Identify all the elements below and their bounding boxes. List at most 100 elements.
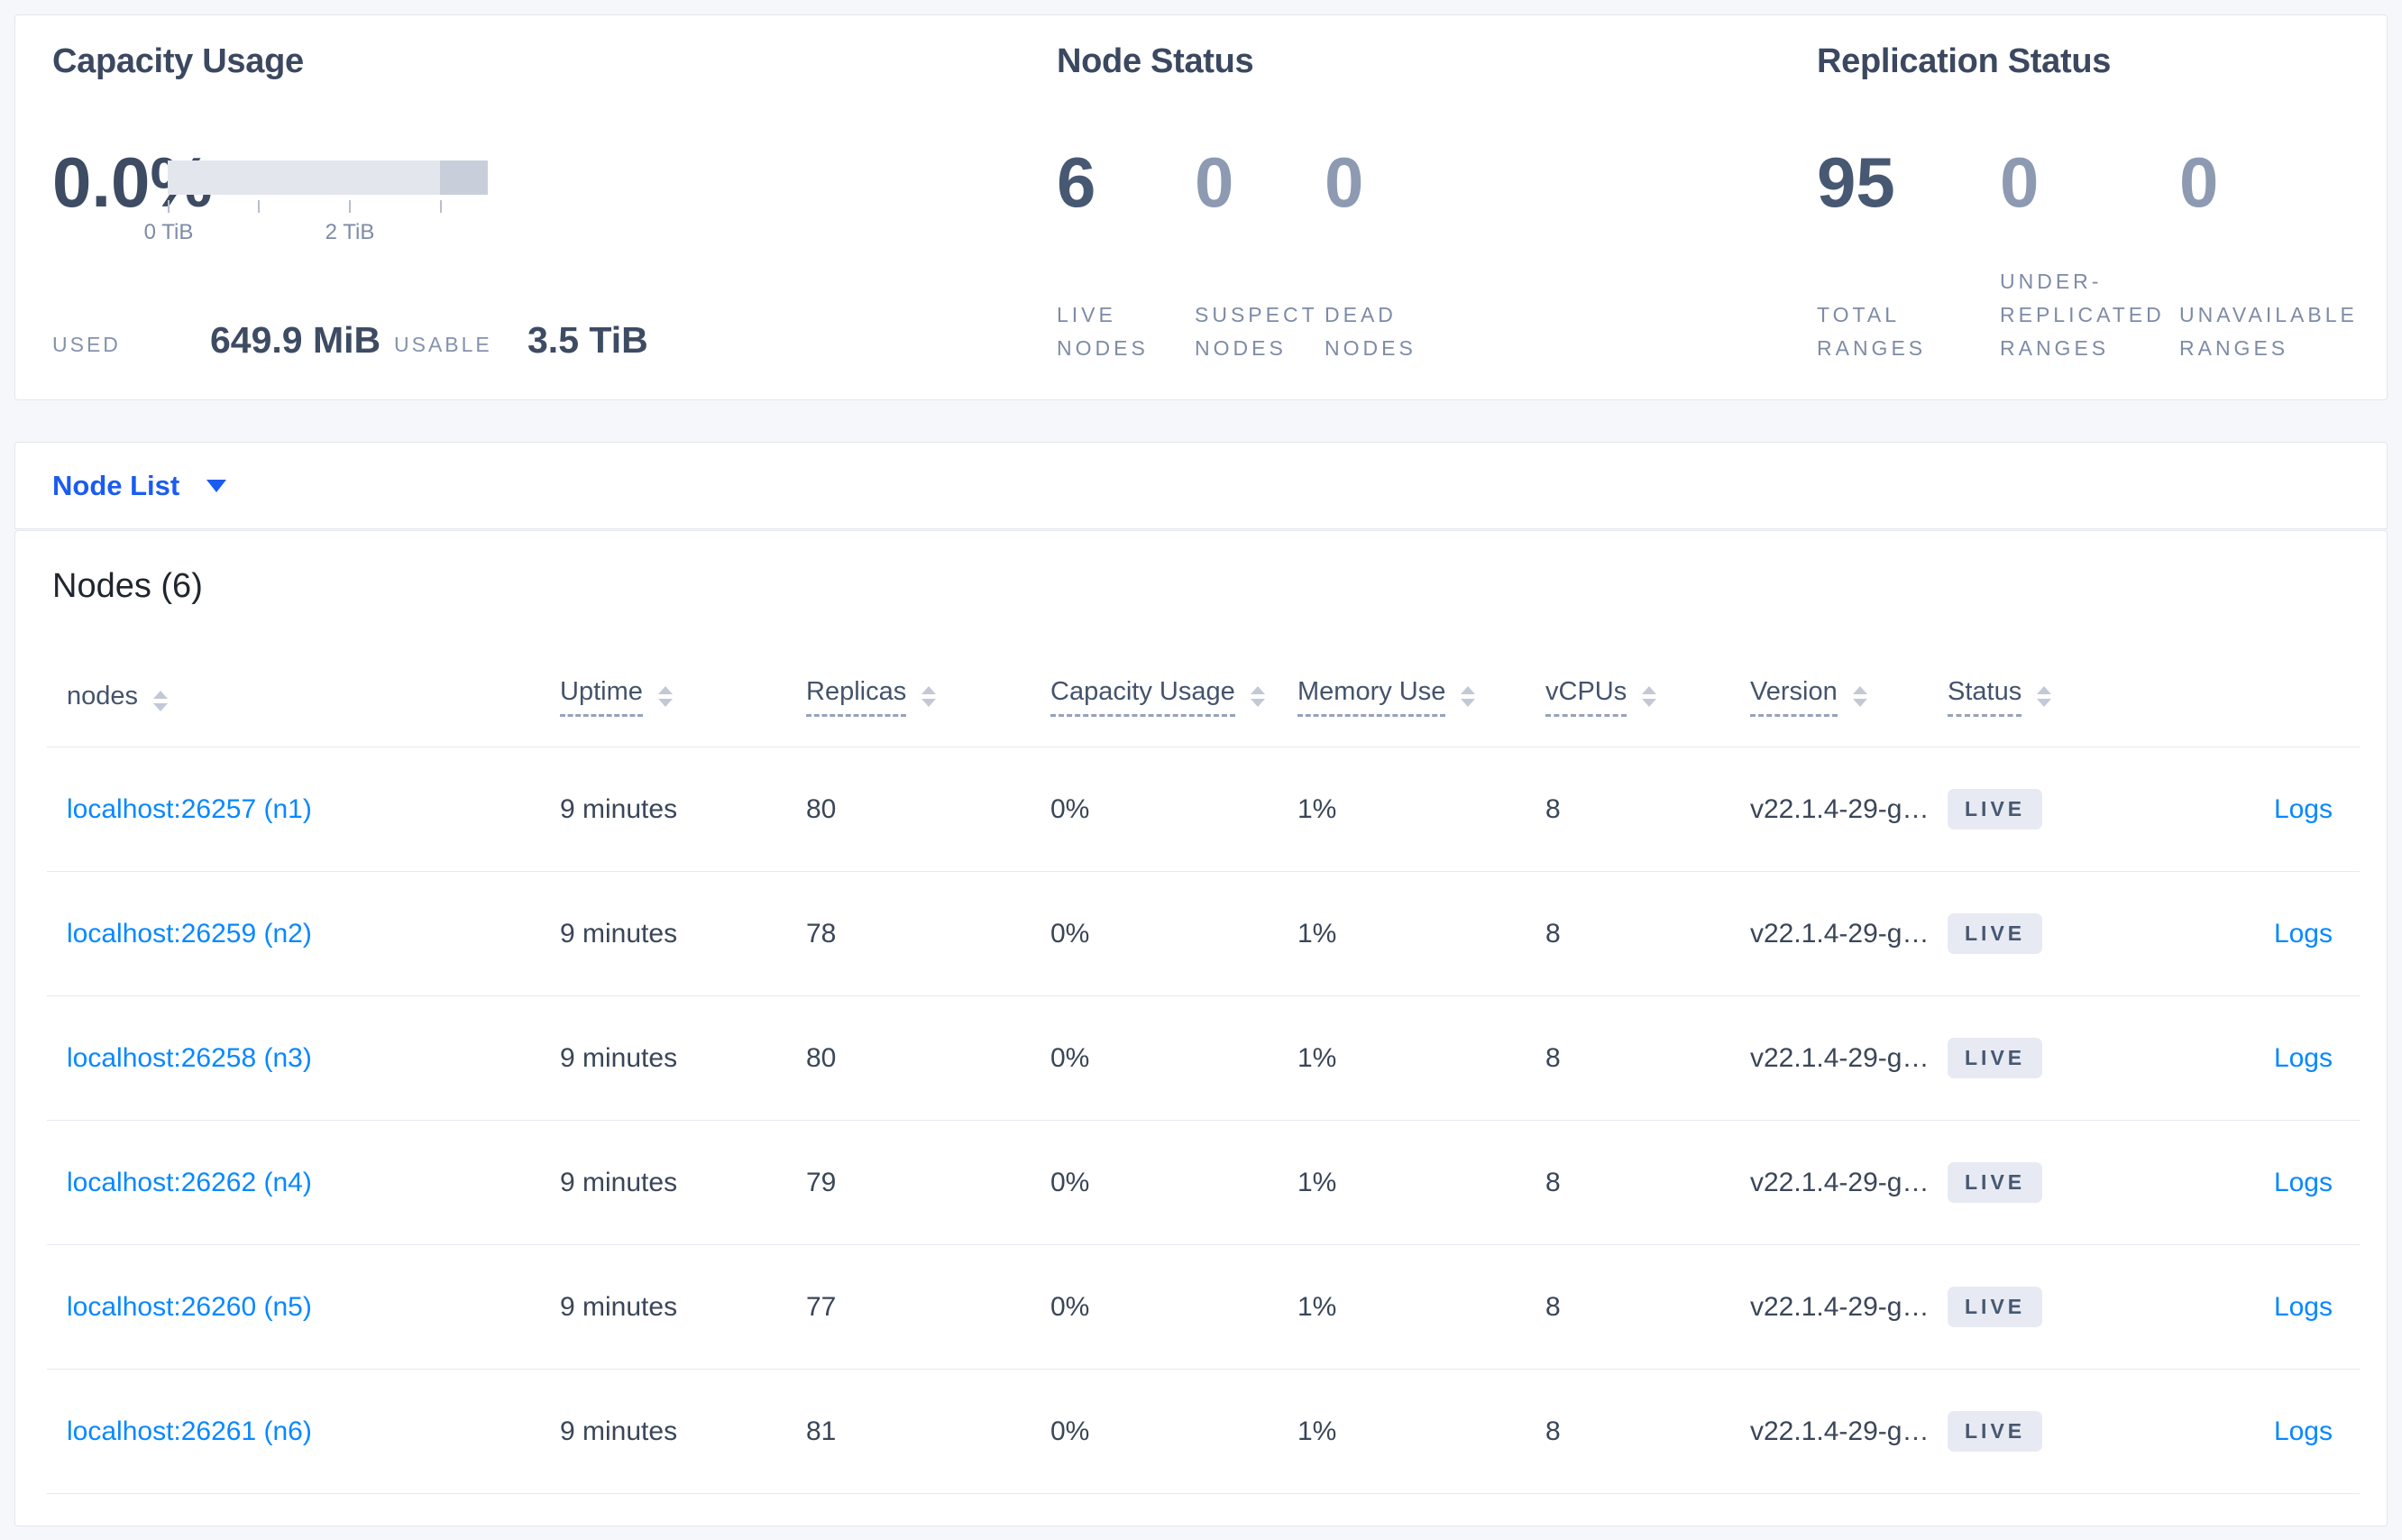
- node-list-dropdown[interactable]: Node List: [52, 470, 179, 502]
- column-header-status[interactable]: Status: [1948, 677, 2166, 717]
- node-link[interactable]: localhost:26260 (n5): [67, 1292, 312, 1322]
- table-row: localhost:26261 (n6) 9 minutes 81 0% 1% …: [47, 1370, 2360, 1494]
- under-replicated-ranges-stat: 0 UNDER- REPLICATED RANGES: [2000, 147, 2179, 365]
- column-header-replicas[interactable]: Replicas: [806, 677, 1050, 717]
- column-header-memory-use[interactable]: Memory Use: [1297, 677, 1545, 717]
- replicas-cell: 80: [806, 1042, 837, 1073]
- table-row: localhost:26259 (n2) 9 minutes 78 0% 1% …: [47, 872, 2360, 996]
- sort-icon[interactable]: [2037, 685, 2052, 707]
- column-header-capacity-usage[interactable]: Capacity Usage: [1050, 677, 1297, 717]
- dead-nodes-value: 0: [1325, 142, 1364, 222]
- vcpus-cell: 8: [1545, 1291, 1561, 1322]
- nodes-table-title: Nodes (6): [52, 567, 203, 605]
- total-ranges-label: TOTAL RANGES: [1817, 303, 1927, 360]
- unavailable-ranges-label: UNAVAILABLE RANGES: [2179, 303, 2358, 360]
- table-row: localhost:26262 (n4) 9 minutes 79 0% 1% …: [47, 1121, 2360, 1245]
- uptime-cell: 9 minutes: [560, 1291, 678, 1322]
- column-header-uptime[interactable]: Uptime: [560, 677, 806, 717]
- replicas-cell: 77: [806, 1291, 837, 1322]
- total-ranges-stat: 95 TOTAL RANGES: [1817, 147, 2000, 365]
- memory-use-cell: 1%: [1297, 918, 1337, 949]
- sort-icon[interactable]: [1461, 685, 1476, 707]
- logs-link[interactable]: Logs: [2274, 1292, 2333, 1322]
- memory-use-cell: 1%: [1297, 1042, 1337, 1073]
- capacity-used-value: 649.9 MiB: [210, 319, 381, 361]
- chevron-down-icon[interactable]: [206, 479, 227, 492]
- node-list-dropdown-bar: Node List: [14, 442, 2388, 529]
- status-badge: LIVE: [1948, 789, 2043, 830]
- uptime-cell: 9 minutes: [560, 793, 678, 824]
- table-row: localhost:26257 (n1) 9 minutes 80 0% 1% …: [47, 747, 2360, 872]
- live-nodes-stat: 6 LIVE NODES: [1057, 147, 1195, 365]
- version-cell: v22.1.4-29-g…: [1750, 918, 1930, 949]
- status-badge: LIVE: [1948, 1411, 2043, 1452]
- capacity-usable-value: 3.5 TiB: [527, 319, 648, 361]
- capacity-usage-cell: 0%: [1050, 1042, 1090, 1073]
- version-cell: v22.1.4-29-g…: [1750, 1167, 1930, 1197]
- vcpus-cell: 8: [1545, 793, 1561, 824]
- sort-icon[interactable]: [153, 691, 169, 711]
- table-row: localhost:26258 (n3) 9 minutes 80 0% 1% …: [47, 996, 2360, 1121]
- sort-icon[interactable]: [1642, 685, 1657, 707]
- live-nodes-label: LIVE NODES: [1057, 303, 1149, 360]
- node-link[interactable]: localhost:26261 (n6): [67, 1416, 312, 1446]
- column-header-nodes[interactable]: nodes: [67, 682, 560, 711]
- node-link[interactable]: localhost:26262 (n4): [67, 1168, 312, 1197]
- capacity-usage-cell: 0%: [1050, 1291, 1090, 1322]
- capacity-usable-label: USABLE: [394, 333, 492, 356]
- logs-link[interactable]: Logs: [2274, 1043, 2333, 1073]
- sort-icon[interactable]: [657, 685, 673, 707]
- capacity-bar-dark-segment: [440, 160, 488, 195]
- node-link[interactable]: localhost:26258 (n3): [67, 1043, 312, 1073]
- replication-status-title: Replication Status: [1817, 42, 2112, 80]
- version-cell: v22.1.4-29-g…: [1750, 1291, 1930, 1322]
- vcpus-cell: 8: [1545, 918, 1561, 949]
- uptime-cell: 9 minutes: [560, 1167, 678, 1197]
- uptime-cell: 9 minutes: [560, 1416, 678, 1446]
- capacity-tick-label: 2 TiB: [325, 220, 375, 244]
- memory-use-cell: 1%: [1297, 793, 1337, 824]
- sort-icon[interactable]: [1852, 685, 1867, 707]
- sort-icon[interactable]: [921, 685, 937, 707]
- node-link[interactable]: localhost:26259 (n2): [67, 919, 312, 949]
- capacity-used-label: USED: [52, 333, 121, 356]
- status-badge: LIVE: [1948, 913, 2043, 954]
- capacity-tick: [168, 200, 170, 213]
- logs-link[interactable]: Logs: [2274, 794, 2333, 824]
- node-status-title: Node Status: [1057, 42, 1254, 80]
- unavailable-ranges-stat: 0 UNAVAILABLE RANGES: [2179, 147, 2373, 365]
- total-ranges-value: 95: [1817, 142, 1895, 222]
- replicas-cell: 78: [806, 918, 837, 949]
- vcpus-cell: 8: [1545, 1416, 1561, 1446]
- under-replicated-ranges-label: UNDER- REPLICATED RANGES: [2000, 270, 2165, 360]
- capacity-tick: [258, 200, 260, 213]
- status-badge: LIVE: [1948, 1287, 2043, 1327]
- logs-link[interactable]: Logs: [2274, 919, 2333, 949]
- memory-use-cell: 1%: [1297, 1416, 1337, 1446]
- uptime-cell: 9 minutes: [560, 918, 678, 949]
- column-header-vcpus[interactable]: vCPUs: [1545, 677, 1750, 717]
- version-cell: v22.1.4-29-g…: [1750, 1416, 1930, 1446]
- live-nodes-value: 6: [1057, 142, 1096, 222]
- dead-nodes-label: DEAD NODES: [1325, 303, 1416, 360]
- capacity-usage-title: Capacity Usage: [52, 42, 304, 80]
- replicas-cell: 79: [806, 1167, 837, 1197]
- logs-link[interactable]: Logs: [2274, 1416, 2333, 1446]
- capacity-usage-cell: 0%: [1050, 1416, 1090, 1446]
- suspect-nodes-value: 0: [1195, 142, 1234, 222]
- capacity-usage-cell: 0%: [1050, 1167, 1090, 1197]
- column-header-version[interactable]: Version: [1750, 677, 1948, 717]
- node-link[interactable]: localhost:26257 (n1): [67, 794, 312, 824]
- sort-icon[interactable]: [1250, 685, 1265, 707]
- unavailable-ranges-value: 0: [2179, 142, 2219, 222]
- status-badge: LIVE: [1948, 1038, 2043, 1078]
- memory-use-cell: 1%: [1297, 1167, 1337, 1197]
- logs-link[interactable]: Logs: [2274, 1168, 2333, 1197]
- uptime-cell: 9 minutes: [560, 1042, 678, 1073]
- status-badge: LIVE: [1948, 1162, 2043, 1203]
- suspect-nodes-stat: 0 SUSPECT NODES: [1195, 147, 1325, 365]
- capacity-tick: [349, 200, 351, 213]
- capacity-tick-label: 0 TiB: [143, 220, 194, 244]
- table-header-row: nodes Uptime Replicas Capacity Usage Mem…: [47, 646, 2360, 747]
- capacity-usage-cell: 0%: [1050, 793, 1090, 824]
